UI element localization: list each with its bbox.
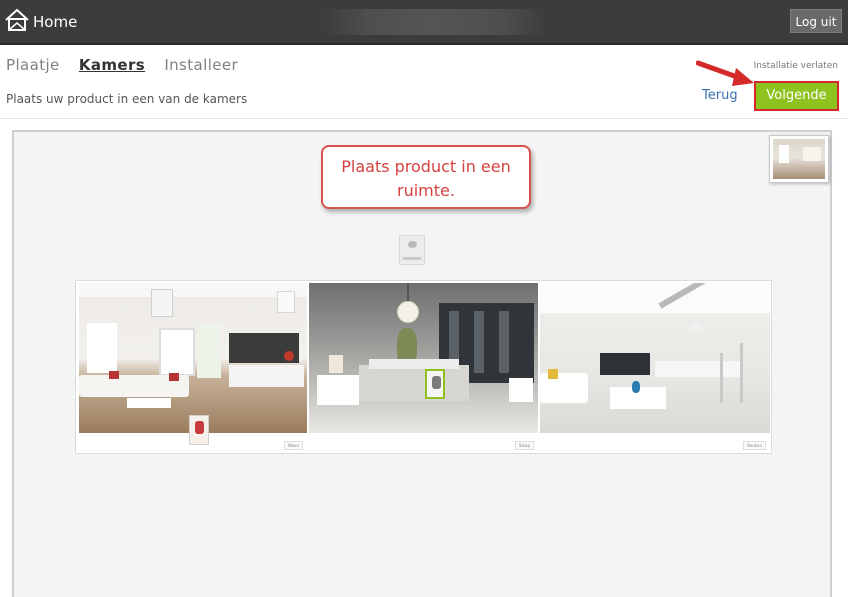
home-label[interactable]: Home — [33, 13, 77, 31]
page-subtitle: Plaats uw product in een van de kamers — [6, 92, 248, 106]
room-slaap[interactable]: Slaap — [309, 283, 538, 453]
back-link[interactable]: Terug — [702, 88, 738, 103]
blurred-title — [322, 9, 547, 35]
wizard-steps: Plaatje Kamers Installeer — [6, 56, 252, 74]
room-image-woon — [79, 283, 307, 433]
thumbnail-image — [773, 139, 825, 179]
product-icon — [408, 241, 417, 248]
tooltip-line-1: Plaats product in een — [341, 157, 511, 176]
top-bar: Home Log uit — [0, 0, 848, 45]
hint-tooltip: Plaats product in een ruimte. — [321, 145, 531, 209]
room-caption-woon: Woon — [283, 441, 303, 450]
room-woon[interactable]: Woon — [79, 283, 307, 453]
placed-product-slaap[interactable] — [425, 369, 445, 399]
step-plaatje[interactable]: Plaatje — [6, 56, 60, 74]
room-caption-slaap: Slaap — [514, 441, 534, 450]
placed-product-woon[interactable] — [189, 415, 209, 445]
room-image-slaap — [309, 283, 538, 433]
logout-button[interactable]: Log uit — [790, 9, 842, 33]
house-icon[interactable] — [4, 8, 30, 32]
room-caption-keuken: Keuken — [743, 441, 766, 450]
leave-installation-link[interactable]: Installatie verlaten — [754, 61, 838, 71]
rooms-strip: Woon Slaap Keuken — [75, 280, 772, 454]
red-arrow-icon — [696, 60, 754, 86]
draggable-product[interactable] — [399, 235, 425, 265]
next-button[interactable]: Volgende — [754, 81, 839, 111]
step-installeer[interactable]: Installeer — [164, 56, 238, 74]
product-label — [403, 257, 421, 260]
tooltip-line-2: ruimte. — [397, 181, 455, 200]
step-kamers[interactable]: Kamers — [79, 56, 145, 74]
header-divider — [0, 118, 848, 119]
room-image-keuken — [540, 283, 770, 433]
source-image-thumbnail[interactable] — [769, 135, 829, 183]
room-keuken[interactable]: Keuken — [540, 283, 770, 453]
